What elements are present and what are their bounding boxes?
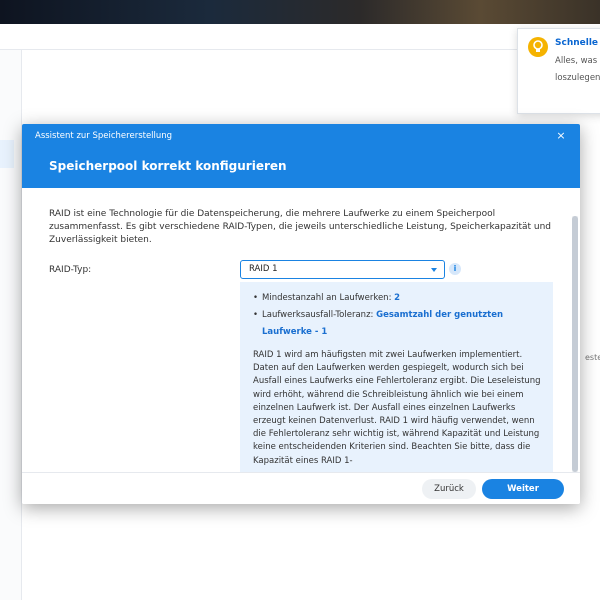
- lightbulb-icon: [528, 37, 548, 57]
- back-button[interactable]: Zurück: [422, 479, 476, 499]
- min-drives-value: 2: [394, 293, 401, 303]
- info-icon[interactable]: i: [449, 263, 461, 275]
- notification-line: Alles, was: [555, 56, 598, 66]
- raid-info-box: Mindestanzahl an Laufwerken: 2 Laufwerks…: [240, 282, 553, 472]
- quick-start-notification[interactable]: Schnelle Alles, was loszulegen: [517, 28, 600, 114]
- raid-type-select[interactable]: RAID 1: [240, 260, 445, 279]
- list-item: Mindestanzahl an Laufwerken: 2: [253, 290, 543, 307]
- notification-line: loszulegen: [555, 73, 600, 83]
- dialog-header: Assistent zur Speichererstellung × Speic…: [22, 124, 580, 188]
- app-toolbar: [0, 24, 600, 50]
- intro-text: RAID ist eine Technologie für die Datens…: [49, 209, 552, 245]
- tolerance-label: Laufwerksausfall-Toleranz:: [262, 310, 377, 320]
- raid-info-list: Mindestanzahl an Laufwerken: 2 Laufwerks…: [253, 290, 543, 341]
- dialog-body: RAID ist eine Technologie für die Datens…: [22, 188, 580, 473]
- raid-type-value: RAID 1: [249, 264, 278, 274]
- dialog-footer: Zurück Weiter: [22, 472, 580, 504]
- background-text: este: [585, 353, 600, 362]
- chevron-down-icon: [431, 268, 437, 272]
- min-drives-label: Mindestanzahl an Laufwerken:: [262, 293, 395, 303]
- raid-description: RAID 1 wird am häufigsten mit zwei Laufw…: [253, 350, 541, 466]
- sidebar-selected-item[interactable]: [0, 140, 14, 168]
- close-icon[interactable]: ×: [553, 128, 569, 144]
- scrollbar[interactable]: [572, 216, 578, 473]
- notification-body: Alles, was loszulegen: [555, 53, 600, 87]
- app-sidebar: [0, 50, 22, 600]
- page-title: Speicherpool korrekt konfigurieren: [49, 159, 287, 173]
- scrollbar-thumb[interactable]: [572, 216, 578, 472]
- list-item: Laufwerksausfall-Toleranz: Gesamtzahl de…: [253, 307, 543, 341]
- storage-wizard-dialog: Assistent zur Speichererstellung × Speic…: [22, 124, 580, 504]
- next-button[interactable]: Weiter: [482, 479, 564, 499]
- notification-title[interactable]: Schnelle: [555, 38, 598, 48]
- raid-type-label: RAID-Typ:: [49, 265, 92, 275]
- desktop-wallpaper: [0, 0, 600, 24]
- dialog-window-title: Assistent zur Speichererstellung: [35, 131, 173, 141]
